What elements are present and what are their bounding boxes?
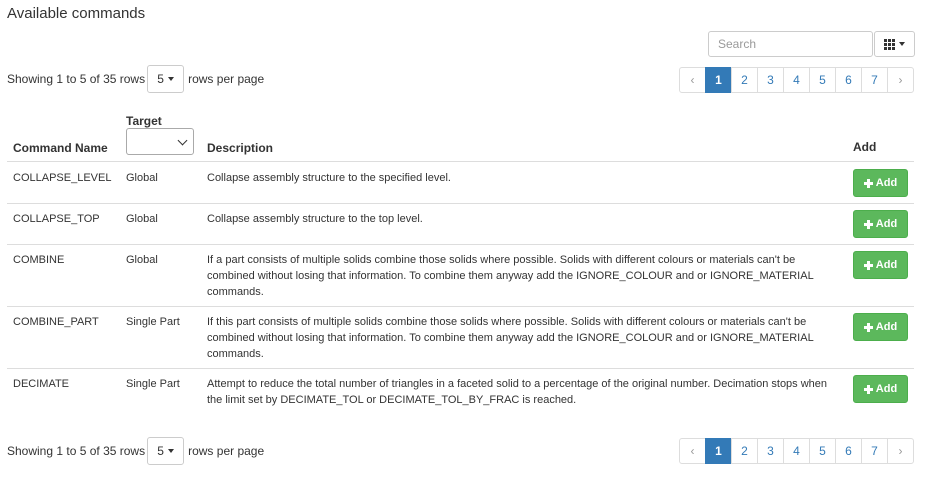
command-name: COMBINE: [13, 254, 65, 266]
target-filter-select[interactable]: [126, 128, 194, 155]
command-description: If a part consists of multiple solids co…: [207, 254, 814, 298]
chevron-down-icon: [177, 135, 188, 146]
page-2-button[interactable]: 2: [731, 438, 758, 464]
page-7-button[interactable]: 7: [861, 438, 888, 464]
showing-text: Showing 1 to 5 of 35 rows: [7, 72, 146, 86]
row-divider: [7, 203, 914, 204]
pagination-info-bottom: Showing 1 to 5 of 35 rows 5 rows per pag…: [7, 437, 264, 465]
pagination-bottom: ‹ 1 2 3 4 5 6 7 ›: [679, 438, 914, 464]
plus-icon: [863, 219, 873, 229]
command-description: If this part consists of multiple solids…: [207, 316, 814, 360]
command-name: COMBINE_PART: [13, 316, 99, 328]
page-size-value: 5: [157, 72, 164, 86]
page-size-value: 5: [157, 444, 164, 458]
header-target[interactable]: Target: [126, 114, 162, 128]
page-2-button[interactable]: 2: [731, 67, 758, 93]
header-description[interactable]: Description: [207, 141, 273, 155]
row-divider: [7, 306, 914, 307]
grid-icon: [884, 38, 895, 50]
search-input[interactable]: [708, 31, 873, 57]
plus-icon: [863, 384, 873, 394]
pagination-info-top: Showing 1 to 5 of 35 rows 5 rows per pag…: [7, 65, 264, 93]
caret-down-icon: [899, 42, 905, 46]
caret-down-icon: [167, 77, 174, 81]
add-command-button[interactable]: Add: [853, 313, 908, 341]
row-divider: [7, 368, 914, 369]
next-page-button[interactable]: ›: [887, 438, 914, 464]
add-button-label: Add: [875, 259, 898, 271]
page-size-dropdown[interactable]: 5: [147, 65, 185, 93]
page-7-button[interactable]: 7: [861, 67, 888, 93]
prev-page-button[interactable]: ‹: [679, 67, 706, 93]
command-description: Collapse assembly structure to the speci…: [207, 172, 451, 184]
rows-per-page-label: rows per page: [188, 72, 265, 86]
page-1-button[interactable]: 1: [705, 67, 732, 93]
columns-toggle-button[interactable]: [874, 31, 915, 57]
page-3-button[interactable]: 3: [757, 67, 784, 93]
page-4-button[interactable]: 4: [783, 438, 810, 464]
showing-text: Showing 1 to 5 of 35 rows: [7, 444, 146, 458]
page-6-button[interactable]: 6: [835, 438, 862, 464]
command-name: DECIMATE: [13, 378, 70, 390]
add-command-button[interactable]: Add: [853, 375, 908, 403]
add-button-label: Add: [875, 383, 898, 395]
command-target: Global: [126, 254, 158, 266]
add-command-button[interactable]: Add: [853, 210, 908, 238]
next-page-button[interactable]: ›: [887, 67, 914, 93]
page-size-dropdown[interactable]: 5: [147, 437, 185, 465]
caret-down-icon: [167, 449, 174, 453]
command-name: COLLAPSE_LEVEL: [13, 172, 112, 184]
add-button-label: Add: [875, 321, 898, 333]
page-5-button[interactable]: 5: [809, 67, 836, 93]
pagination-top: ‹ 1 2 3 4 5 6 7 ›: [679, 67, 914, 93]
command-description: Collapse assembly structure to the top l…: [207, 213, 423, 225]
page-3-button[interactable]: 3: [757, 438, 784, 464]
command-target: Single Part: [126, 316, 180, 328]
command-target: Global: [126, 172, 158, 184]
command-description: Attempt to reduce the total number of tr…: [207, 378, 828, 406]
prev-page-button[interactable]: ‹: [679, 438, 706, 464]
plus-icon: [863, 260, 873, 270]
add-button-label: Add: [875, 177, 898, 189]
page-5-button[interactable]: 5: [809, 438, 836, 464]
add-button-label: Add: [875, 218, 898, 230]
command-name: COLLAPSE_TOP: [13, 213, 100, 225]
header-add: Add: [853, 140, 877, 154]
page-4-button[interactable]: 4: [783, 67, 810, 93]
command-target: Single Part: [126, 378, 180, 390]
page-6-button[interactable]: 6: [835, 67, 862, 93]
add-command-button[interactable]: Add: [853, 251, 908, 279]
header-command-name[interactable]: Command Name: [13, 141, 108, 155]
plus-icon: [863, 178, 873, 188]
add-command-button[interactable]: Add: [853, 169, 908, 197]
table-header-divider: [7, 161, 914, 162]
row-divider: [7, 244, 914, 245]
rows-per-page-label: rows per page: [188, 444, 265, 458]
page-1-button[interactable]: 1: [705, 438, 732, 464]
plus-icon: [863, 322, 873, 332]
command-target: Global: [126, 213, 158, 225]
page-title: Available commands: [7, 5, 146, 22]
